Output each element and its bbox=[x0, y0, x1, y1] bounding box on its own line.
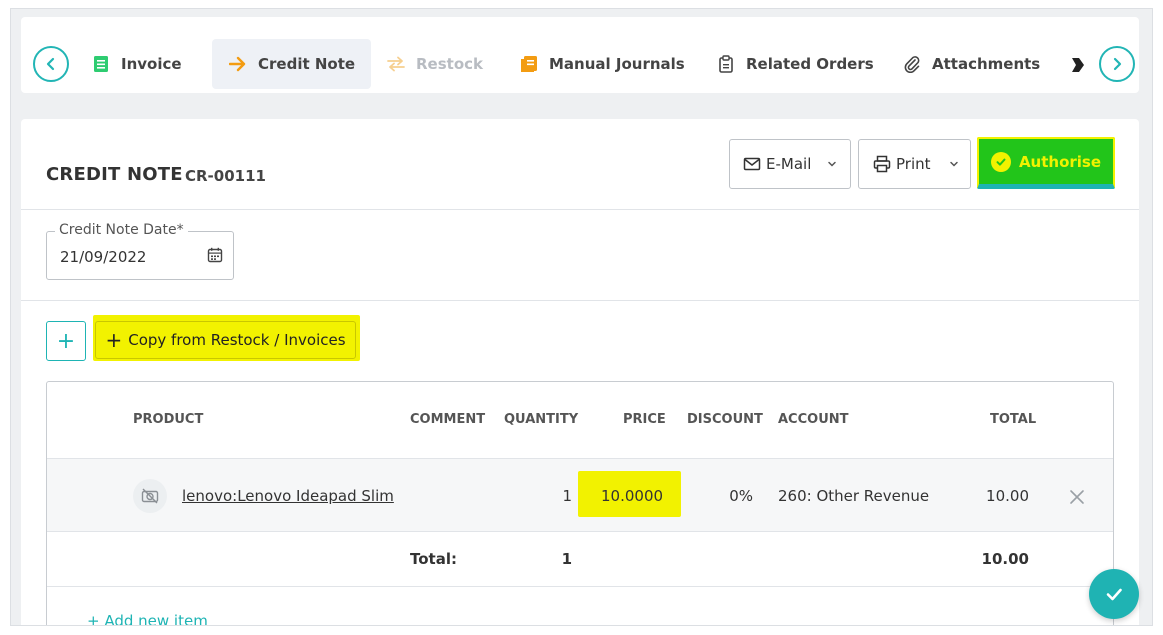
invoice-icon bbox=[91, 54, 111, 74]
print-button[interactable]: Print bbox=[858, 139, 971, 189]
account-cell[interactable]: 260: Other Revenue bbox=[778, 487, 929, 505]
email-button[interactable]: E-Mail bbox=[729, 139, 851, 189]
divider bbox=[21, 300, 1139, 301]
line-total-cell: 10.00 bbox=[986, 487, 1029, 505]
clipboard-icon bbox=[716, 54, 736, 74]
column-header-product: PRODUCT bbox=[133, 412, 204, 427]
credit-note-date-value: 21/09/2022 bbox=[60, 248, 147, 266]
add-line-button[interactable]: + bbox=[46, 321, 86, 361]
chevron-down-icon bbox=[949, 161, 958, 167]
tab-attachments-label: Attachments bbox=[932, 55, 1041, 73]
calendar-icon[interactable] bbox=[207, 247, 223, 263]
arrow-right-icon bbox=[228, 54, 248, 74]
column-header-account: ACCOUNT bbox=[778, 412, 849, 427]
check-icon bbox=[1106, 588, 1122, 601]
table-row: lenovo:Lenovo Ideapad Slim 1 10.0000 0% … bbox=[47, 458, 1113, 532]
tab-invoice[interactable]: Invoice bbox=[91, 39, 182, 89]
authorise-button[interactable]: Authorise bbox=[977, 137, 1115, 189]
chevron-down-icon bbox=[828, 161, 837, 167]
credit-note-card: CREDIT NOTE CR-00111 E-Mail Print Author… bbox=[21, 119, 1139, 625]
tab-restock-label: Restock bbox=[416, 55, 483, 73]
tabs-scroll-right-button[interactable] bbox=[1099, 46, 1135, 82]
divider bbox=[21, 209, 1139, 210]
paperclip-icon bbox=[902, 54, 922, 74]
chevron-right-icon bbox=[1113, 57, 1122, 71]
column-header-discount: DISCOUNT bbox=[687, 412, 763, 427]
envelope-icon bbox=[743, 157, 761, 171]
line-items-table: PRODUCT COMMENT QUANTITY PRICE DISCOUNT … bbox=[46, 381, 1114, 625]
totals-quantity: 1 bbox=[561, 550, 572, 568]
app-frame: Invoice Credit Note Restock Manual Journ… bbox=[10, 8, 1153, 626]
close-icon[interactable] bbox=[1068, 488, 1086, 506]
tab-related-orders[interactable]: Related Orders bbox=[716, 39, 874, 89]
copy-highlight: + Copy from Restock / Invoices bbox=[93, 315, 360, 361]
quantity-cell[interactable]: 1 bbox=[552, 487, 572, 505]
tab-credit-note[interactable]: Credit Note bbox=[212, 39, 372, 89]
column-header-quantity: QUANTITY bbox=[504, 412, 579, 427]
column-header-total: TOTAL bbox=[990, 412, 1037, 427]
totals-amount: 10.00 bbox=[981, 550, 1029, 568]
document-number: CR-00111 bbox=[185, 167, 266, 185]
chevron-left-icon bbox=[46, 57, 55, 71]
tab-overflow-icon bbox=[1071, 57, 1085, 73]
email-button-label: E-Mail bbox=[766, 155, 812, 173]
authorise-button-label: Authorise bbox=[1018, 152, 1102, 171]
tab-restock: Restock bbox=[386, 39, 483, 89]
discount-cell[interactable]: 0% bbox=[707, 487, 753, 505]
tabs-scroll-left-button[interactable] bbox=[33, 46, 69, 82]
page-title: CREDIT NOTE bbox=[46, 164, 183, 185]
plus-icon: + bbox=[105, 328, 123, 352]
tab-invoice-label: Invoice bbox=[121, 55, 182, 73]
column-header-comment: COMMENT bbox=[410, 412, 486, 427]
tab-bar: Invoice Credit Note Restock Manual Journ… bbox=[21, 17, 1139, 93]
column-header-price: PRICE bbox=[623, 412, 666, 427]
add-new-item-link[interactable]: + Add new item bbox=[87, 612, 208, 625]
plus-icon: + bbox=[56, 328, 76, 354]
tab-manual-journals-label: Manual Journals bbox=[549, 55, 685, 73]
credit-note-date-label: Credit Note Date* bbox=[55, 222, 188, 238]
tab-attachments[interactable]: Attachments bbox=[902, 39, 1040, 89]
product-link[interactable]: lenovo:Lenovo Ideapad Slim bbox=[182, 487, 394, 505]
tab-manual-journals[interactable]: Manual Journals bbox=[519, 39, 685, 89]
copy-button-label: Copy from Restock / Invoices bbox=[128, 331, 346, 349]
journal-icon bbox=[519, 54, 539, 74]
save-fab-button[interactable] bbox=[1089, 569, 1139, 619]
totals-row: Total: 1 10.00 bbox=[47, 532, 1113, 587]
print-button-label: Print bbox=[896, 155, 931, 173]
check-circle-icon bbox=[990, 151, 1011, 172]
credit-note-date-field[interactable]: Credit Note Date* 21/09/2022 bbox=[46, 222, 234, 280]
printer-icon bbox=[873, 155, 891, 173]
swap-arrows-icon bbox=[386, 54, 406, 74]
price-cell[interactable]: 10.0000 bbox=[601, 487, 663, 505]
no-image-icon bbox=[133, 479, 167, 513]
totals-label: Total: bbox=[410, 550, 457, 568]
copy-from-restock-invoices-button[interactable]: + Copy from Restock / Invoices bbox=[95, 321, 356, 359]
tab-related-orders-label: Related Orders bbox=[746, 55, 874, 73]
tab-credit-note-label: Credit Note bbox=[258, 55, 356, 73]
